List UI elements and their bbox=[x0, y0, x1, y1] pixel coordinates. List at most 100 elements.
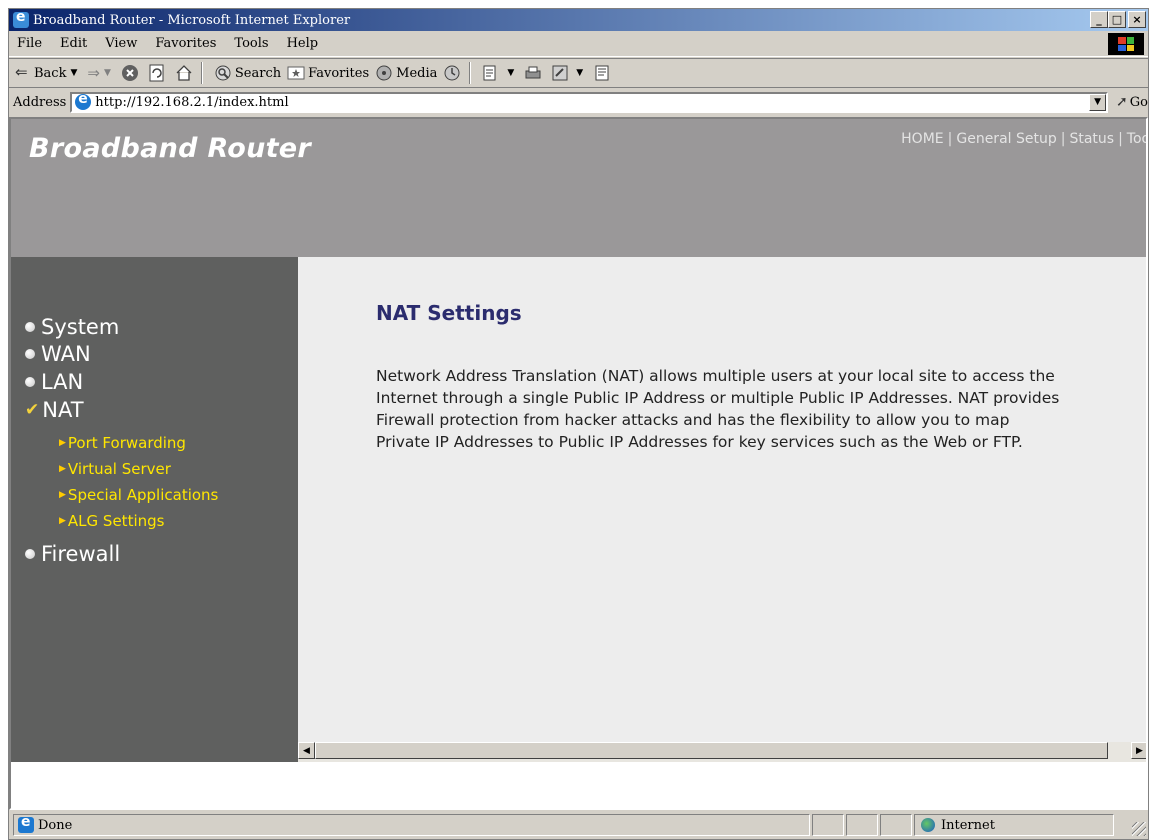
history-button[interactable] bbox=[443, 64, 464, 82]
sidebar: System WAN LAN ✔ NAT ▶ Port Forwarding ▶… bbox=[11, 257, 298, 742]
submenu-item-label: Special Applications bbox=[67, 486, 219, 504]
edit-dropdown-icon[interactable]: ▼ bbox=[576, 68, 583, 78]
nav-status[interactable]: Status bbox=[1069, 131, 1114, 147]
scroll-thumb[interactable] bbox=[315, 742, 1108, 759]
main-content: NAT Settings Network Address Translation… bbox=[298, 257, 1146, 742]
status-bar: Done Internet bbox=[9, 812, 1148, 838]
sidebar-item-label: WAN bbox=[41, 342, 91, 366]
mail-button[interactable]: ▼ bbox=[482, 64, 518, 82]
sidebar-item-system[interactable]: System bbox=[25, 315, 119, 339]
resize-grip-icon[interactable] bbox=[1132, 822, 1146, 836]
edit-page-button[interactable]: ▼ bbox=[551, 64, 587, 82]
toolbar-separator bbox=[469, 62, 472, 84]
stop-icon bbox=[121, 65, 138, 81]
menu-favorites[interactable]: Favorites bbox=[155, 36, 216, 51]
page-done-icon bbox=[18, 814, 34, 833]
menu-tools[interactable]: Tools bbox=[234, 36, 268, 51]
bullet-icon bbox=[25, 322, 35, 332]
sidebar-item-label: System bbox=[41, 315, 120, 339]
go-button[interactable]: ➚ Go bbox=[1116, 94, 1148, 110]
forward-dropdown-icon[interactable]: ▼ bbox=[104, 68, 111, 78]
ie-app-icon[interactable] bbox=[13, 9, 29, 28]
sidebar-footer bbox=[11, 742, 298, 762]
menu-bar: File Edit View Favorites Tools Help bbox=[9, 31, 1148, 57]
home-icon bbox=[176, 65, 192, 81]
bullet-icon bbox=[25, 349, 35, 359]
sidebar-item-firewall[interactable]: Firewall bbox=[25, 542, 120, 566]
scroll-left-button[interactable]: ◀ bbox=[298, 742, 315, 759]
toolbar: Back ▼ ⇒ ▼ Search Favorites Media bbox=[9, 58, 1148, 88]
triangle-right-icon: ▶ bbox=[59, 516, 66, 526]
triangle-right-icon: ▶ bbox=[59, 490, 66, 500]
back-label: Back bbox=[34, 65, 67, 81]
brand-title: Broadband Router bbox=[29, 133, 312, 164]
edit-icon bbox=[552, 65, 568, 81]
stop-button[interactable] bbox=[121, 64, 142, 82]
status-cell bbox=[880, 814, 912, 836]
forward-button[interactable]: ⇒ ▼ bbox=[87, 64, 115, 82]
window-controls: _ □ × bbox=[1090, 11, 1146, 28]
menu-edit[interactable]: Edit bbox=[60, 36, 87, 51]
nav-tool[interactable]: Tool bbox=[1127, 131, 1146, 147]
submenu-item-label: Virtual Server bbox=[67, 460, 171, 478]
submenu-item-special-applications[interactable]: ▶ Special Applications bbox=[59, 486, 218, 504]
favorites-label: Favorites bbox=[308, 65, 370, 81]
sidebar-item-label: LAN bbox=[41, 370, 84, 394]
nav-general-setup[interactable]: General Setup bbox=[956, 131, 1056, 147]
sidebar-item-lan[interactable]: LAN bbox=[25, 370, 83, 394]
print-icon bbox=[525, 66, 541, 79]
maximize-button[interactable]: □ bbox=[1108, 11, 1126, 28]
address-url[interactable]: http://192.168.2.1/index.html bbox=[95, 95, 288, 110]
menu-file[interactable]: File bbox=[17, 36, 42, 51]
history-icon bbox=[444, 65, 460, 81]
globe-icon bbox=[921, 818, 935, 832]
media-icon bbox=[376, 65, 392, 81]
check-icon: ✔ bbox=[25, 400, 40, 420]
menu-help[interactable]: Help bbox=[287, 36, 319, 51]
media-button[interactable]: Media bbox=[375, 64, 437, 82]
top-nav: HOME|General Setup|Status|Tool bbox=[901, 131, 1146, 147]
windows-logo-icon bbox=[1108, 33, 1144, 55]
sidebar-item-nat[interactable]: ✔ NAT bbox=[25, 398, 84, 422]
minimize-button[interactable]: _ bbox=[1090, 11, 1108, 28]
mail-dropdown-icon[interactable]: ▼ bbox=[507, 68, 514, 78]
discuss-icon bbox=[595, 65, 609, 81]
mail-icon bbox=[483, 65, 496, 81]
submenu-item-port-forwarding[interactable]: ▶ Port Forwarding bbox=[59, 434, 186, 452]
forward-arrow-icon: ⇒ bbox=[87, 64, 100, 82]
submenu-item-alg-settings[interactable]: ▶ ALG Settings bbox=[59, 512, 164, 530]
zone-label: Internet bbox=[941, 817, 995, 833]
status-text: Done bbox=[38, 817, 73, 833]
security-zone: Internet bbox=[914, 814, 1114, 836]
search-icon bbox=[215, 65, 231, 81]
window-title: Broadband Router - Microsoft Internet Ex… bbox=[33, 12, 351, 28]
search-button[interactable]: Search bbox=[214, 64, 281, 82]
router-header: Broadband Router HOME | General Setup | Stat… bbox=[11, 119, 1146, 257]
triangle-right-icon: ▶ bbox=[59, 438, 66, 448]
favorites-icon bbox=[287, 66, 305, 80]
title-bar: Broadband Router - Microsoft Internet Ex… bbox=[9, 9, 1148, 31]
refresh-button[interactable] bbox=[148, 64, 169, 82]
address-dropdown-icon[interactable]: ▼ bbox=[1089, 93, 1107, 111]
menu-view[interactable]: View bbox=[105, 36, 137, 51]
go-label: Go bbox=[1129, 94, 1148, 110]
home-button[interactable] bbox=[175, 64, 196, 82]
back-dropdown-icon[interactable]: ▼ bbox=[70, 68, 77, 78]
submenu-item-label: Port Forwarding bbox=[67, 434, 186, 452]
toolbar-separator bbox=[200, 62, 203, 84]
submenu-item-virtual-server[interactable]: ▶ Virtual Server bbox=[59, 460, 171, 478]
back-button[interactable]: Back ▼ bbox=[15, 63, 81, 81]
search-label: Search bbox=[234, 65, 282, 81]
sidebar-item-wan[interactable]: WAN bbox=[25, 342, 91, 366]
discuss-button[interactable] bbox=[593, 64, 614, 82]
scroll-right-button[interactable]: ▶ bbox=[1131, 742, 1146, 759]
print-button[interactable] bbox=[524, 64, 545, 82]
horizontal-scrollbar[interactable]: ◀ ▶ bbox=[298, 742, 1146, 762]
status-text-panel: Done bbox=[13, 814, 810, 836]
favorites-button[interactable]: Favorites bbox=[287, 64, 369, 82]
address-input[interactable]: http://192.168.2.1/index.html ▼ bbox=[70, 91, 1109, 113]
nav-home[interactable]: HOME bbox=[901, 131, 943, 147]
page-icon bbox=[75, 91, 92, 110]
close-button[interactable]: × bbox=[1128, 11, 1146, 28]
media-label: Media bbox=[396, 65, 438, 81]
